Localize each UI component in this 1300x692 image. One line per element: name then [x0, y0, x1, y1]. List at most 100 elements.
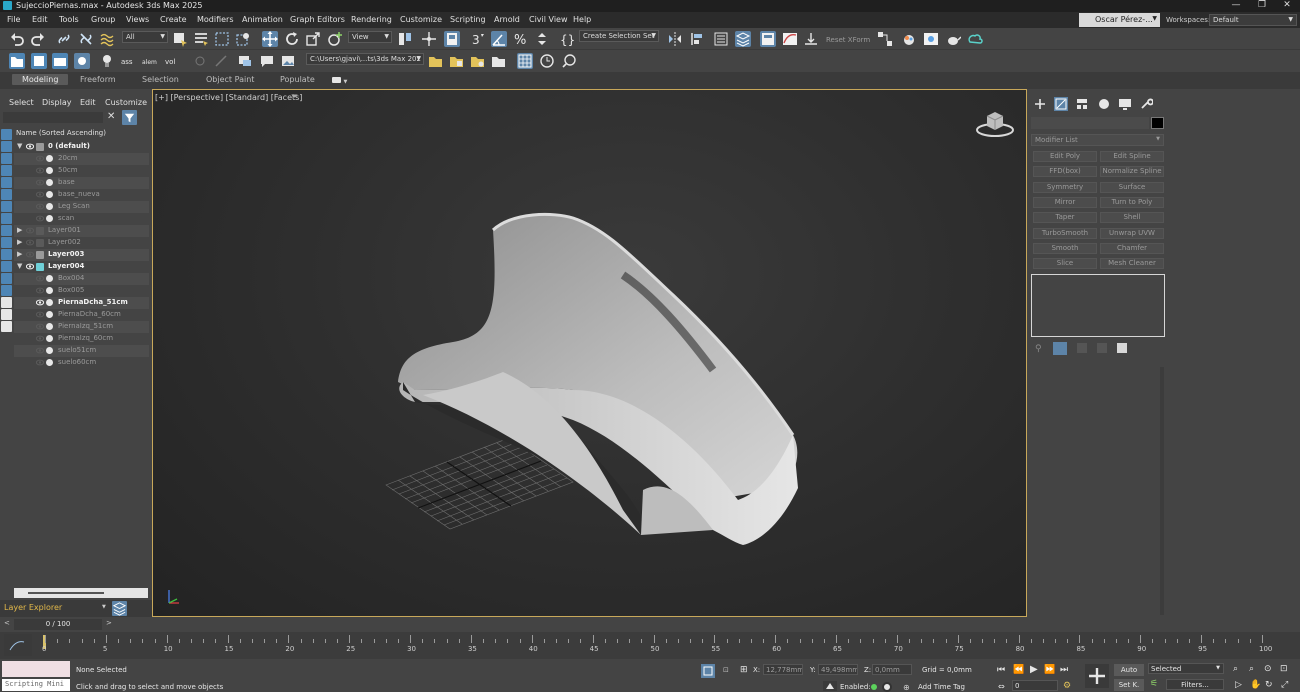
zoom-extents-icon[interactable]: ⊙	[1264, 664, 1272, 674]
light-filter-icon[interactable]	[1, 153, 12, 164]
time-config-button[interactable]	[539, 53, 555, 69]
reference-folder-button[interactable]	[470, 53, 486, 69]
pan-view-icon[interactable]: ✋	[1250, 680, 1261, 690]
add-time-tag-button[interactable]: Add Time Tag	[918, 683, 965, 691]
menu-tools[interactable]: Tools	[59, 15, 79, 24]
modifier-button[interactable]: Mirror	[1033, 196, 1097, 208]
key-selection-dropdown[interactable]: Selected ▼	[1148, 663, 1224, 674]
modifier-button[interactable]: TurboSmooth	[1033, 227, 1097, 239]
unlink-button[interactable]	[78, 31, 94, 47]
mini-curve-editor-toggle[interactable]	[4, 634, 32, 656]
motion-tab[interactable]	[1097, 97, 1111, 111]
align-pivot-button[interactable]	[213, 53, 229, 69]
visibility-eye-icon[interactable]	[35, 299, 45, 306]
menu-scripting[interactable]: Scripting	[450, 15, 486, 24]
visibility-eye-icon[interactable]	[35, 311, 45, 318]
link-button[interactable]	[56, 31, 72, 47]
toggle-ribbon-button[interactable]	[760, 31, 776, 47]
modifier-button[interactable]: FFD(box)	[1033, 166, 1097, 178]
hidden-filter-icon[interactable]	[1, 261, 12, 272]
tab-modeling[interactable]: Modeling	[12, 74, 69, 85]
chevron-down-icon[interactable]: ▼	[102, 604, 106, 610]
image-viewer-button[interactable]	[280, 53, 296, 69]
menu-help[interactable]: Help	[573, 15, 591, 24]
group-filter-icon[interactable]	[1, 201, 12, 212]
maximize-button[interactable]: ❐	[1249, 0, 1275, 12]
visibility-eye-icon[interactable]	[25, 263, 35, 270]
command-panel-scrollbar[interactable]	[1160, 367, 1164, 615]
filter-toggle-button[interactable]	[122, 110, 137, 125]
visibility-eye-icon[interactable]	[25, 143, 35, 150]
modifier-button[interactable]: Edit Spline	[1100, 151, 1164, 162]
tab-populate[interactable]: Populate	[280, 75, 315, 84]
explorer-search-input[interactable]	[3, 112, 103, 123]
bone-filter-icon[interactable]	[1, 225, 12, 236]
expand-arrow-icon[interactable]: ▶	[17, 250, 22, 258]
visibility-eye-icon[interactable]	[35, 155, 45, 162]
select-manipulate-button[interactable]	[421, 31, 437, 47]
visibility-eye-icon[interactable]	[25, 239, 35, 246]
frozen-filter-icon[interactable]	[1, 249, 12, 260]
shape-filter-icon[interactable]	[1, 141, 12, 152]
reset-xform-button[interactable]	[803, 31, 819, 47]
visibility-eye-icon[interactable]	[25, 251, 35, 258]
keyboard-shortcut-override-button[interactable]	[444, 31, 460, 47]
arnold-volume-button[interactable]: vol	[164, 53, 180, 69]
camera-filter-icon[interactable]	[1, 165, 12, 176]
close-icon[interactable]: ✕	[107, 111, 115, 122]
containers-button[interactable]	[52, 53, 68, 69]
visibility-eye-icon[interactable]	[35, 179, 45, 186]
redo-button[interactable]	[30, 31, 46, 47]
current-frame-input[interactable]: 0	[1012, 680, 1058, 691]
modifier-button[interactable]: Turn to Poly	[1100, 196, 1164, 208]
absolute-mode-icon[interactable]: ⊞	[740, 665, 748, 675]
isolate-selection-button[interactable]	[74, 53, 90, 69]
select-children-icon[interactable]	[1, 309, 12, 320]
tab-freeform[interactable]: Freeform	[80, 75, 116, 84]
lock-selection-icon[interactable]: ⊡	[723, 666, 729, 674]
layer-row[interactable]: ▶ Layer002	[14, 237, 149, 249]
visibility-eye-icon[interactable]	[35, 215, 45, 222]
object-name-input[interactable]	[1031, 117, 1149, 129]
key-mode-icon[interactable]: ⇔	[998, 682, 1005, 691]
x-coord-input[interactable]: 12,778mm	[763, 664, 803, 675]
render-button[interactable]	[945, 31, 962, 47]
geometry-filter-icon[interactable]	[1, 129, 12, 140]
visibility-eye-icon[interactable]	[35, 347, 45, 354]
container-filter-icon[interactable]	[1, 237, 12, 248]
select-and-scale-button[interactable]	[305, 31, 321, 47]
schematic-view-button[interactable]	[877, 31, 893, 47]
adaptive-degradation-button[interactable]	[823, 681, 837, 691]
time-slider-thumb[interactable]: 0 / 100	[14, 619, 102, 630]
reset-xform-label[interactable]: Reset XForm	[826, 36, 870, 44]
chevron-left-icon[interactable]: <	[4, 619, 10, 627]
chat-button[interactable]	[259, 53, 275, 69]
time-configuration-icon[interactable]: ⚙	[1063, 681, 1071, 691]
modifier-button[interactable]: Mesh Cleaner	[1100, 258, 1164, 270]
explorer-menu-display[interactable]: Display	[42, 98, 72, 107]
render-in-cloud-button[interactable]	[967, 31, 983, 47]
modifier-button[interactable]: Edit Poly	[1033, 151, 1097, 162]
menu-edit[interactable]: Edit	[32, 15, 48, 24]
select-and-move-button[interactable]	[262, 31, 278, 47]
layer-row[interactable]: ▶ Layer001	[14, 225, 149, 237]
spinner-snap-toggle-button[interactable]	[534, 31, 550, 47]
zoom-all-icon[interactable]: ⌕	[1249, 664, 1254, 674]
y-coord-input[interactable]: 49,498mm	[818, 664, 858, 675]
perspective-viewport[interactable]: [+] [Perspective] [Standard] [Facets] ⏷	[152, 89, 1027, 617]
grid-toggle-button[interactable]	[517, 53, 533, 69]
key-filters-button[interactable]: Filters...	[1166, 679, 1224, 690]
collapse-arrow-icon[interactable]: ▼	[17, 142, 22, 150]
chevron-right-icon[interactable]: >	[106, 619, 112, 627]
object-row[interactable]: suelo60cm	[14, 357, 149, 369]
field-of-view-icon[interactable]: ▷	[1235, 680, 1242, 690]
explorer-menu-customize[interactable]: Customize	[105, 98, 147, 107]
explorer-horizontal-scrollbar[interactable]	[14, 588, 148, 598]
select-by-name-button[interactable]	[193, 31, 209, 47]
visibility-eye-icon[interactable]	[25, 227, 35, 234]
object-row[interactable]: base_nueva	[14, 189, 149, 201]
object-row[interactable]: suelo51cm	[14, 345, 149, 357]
menu-rendering[interactable]: Rendering	[351, 15, 392, 24]
object-row[interactable]: base	[14, 177, 149, 189]
none-filter-icon[interactable]	[1, 285, 12, 296]
